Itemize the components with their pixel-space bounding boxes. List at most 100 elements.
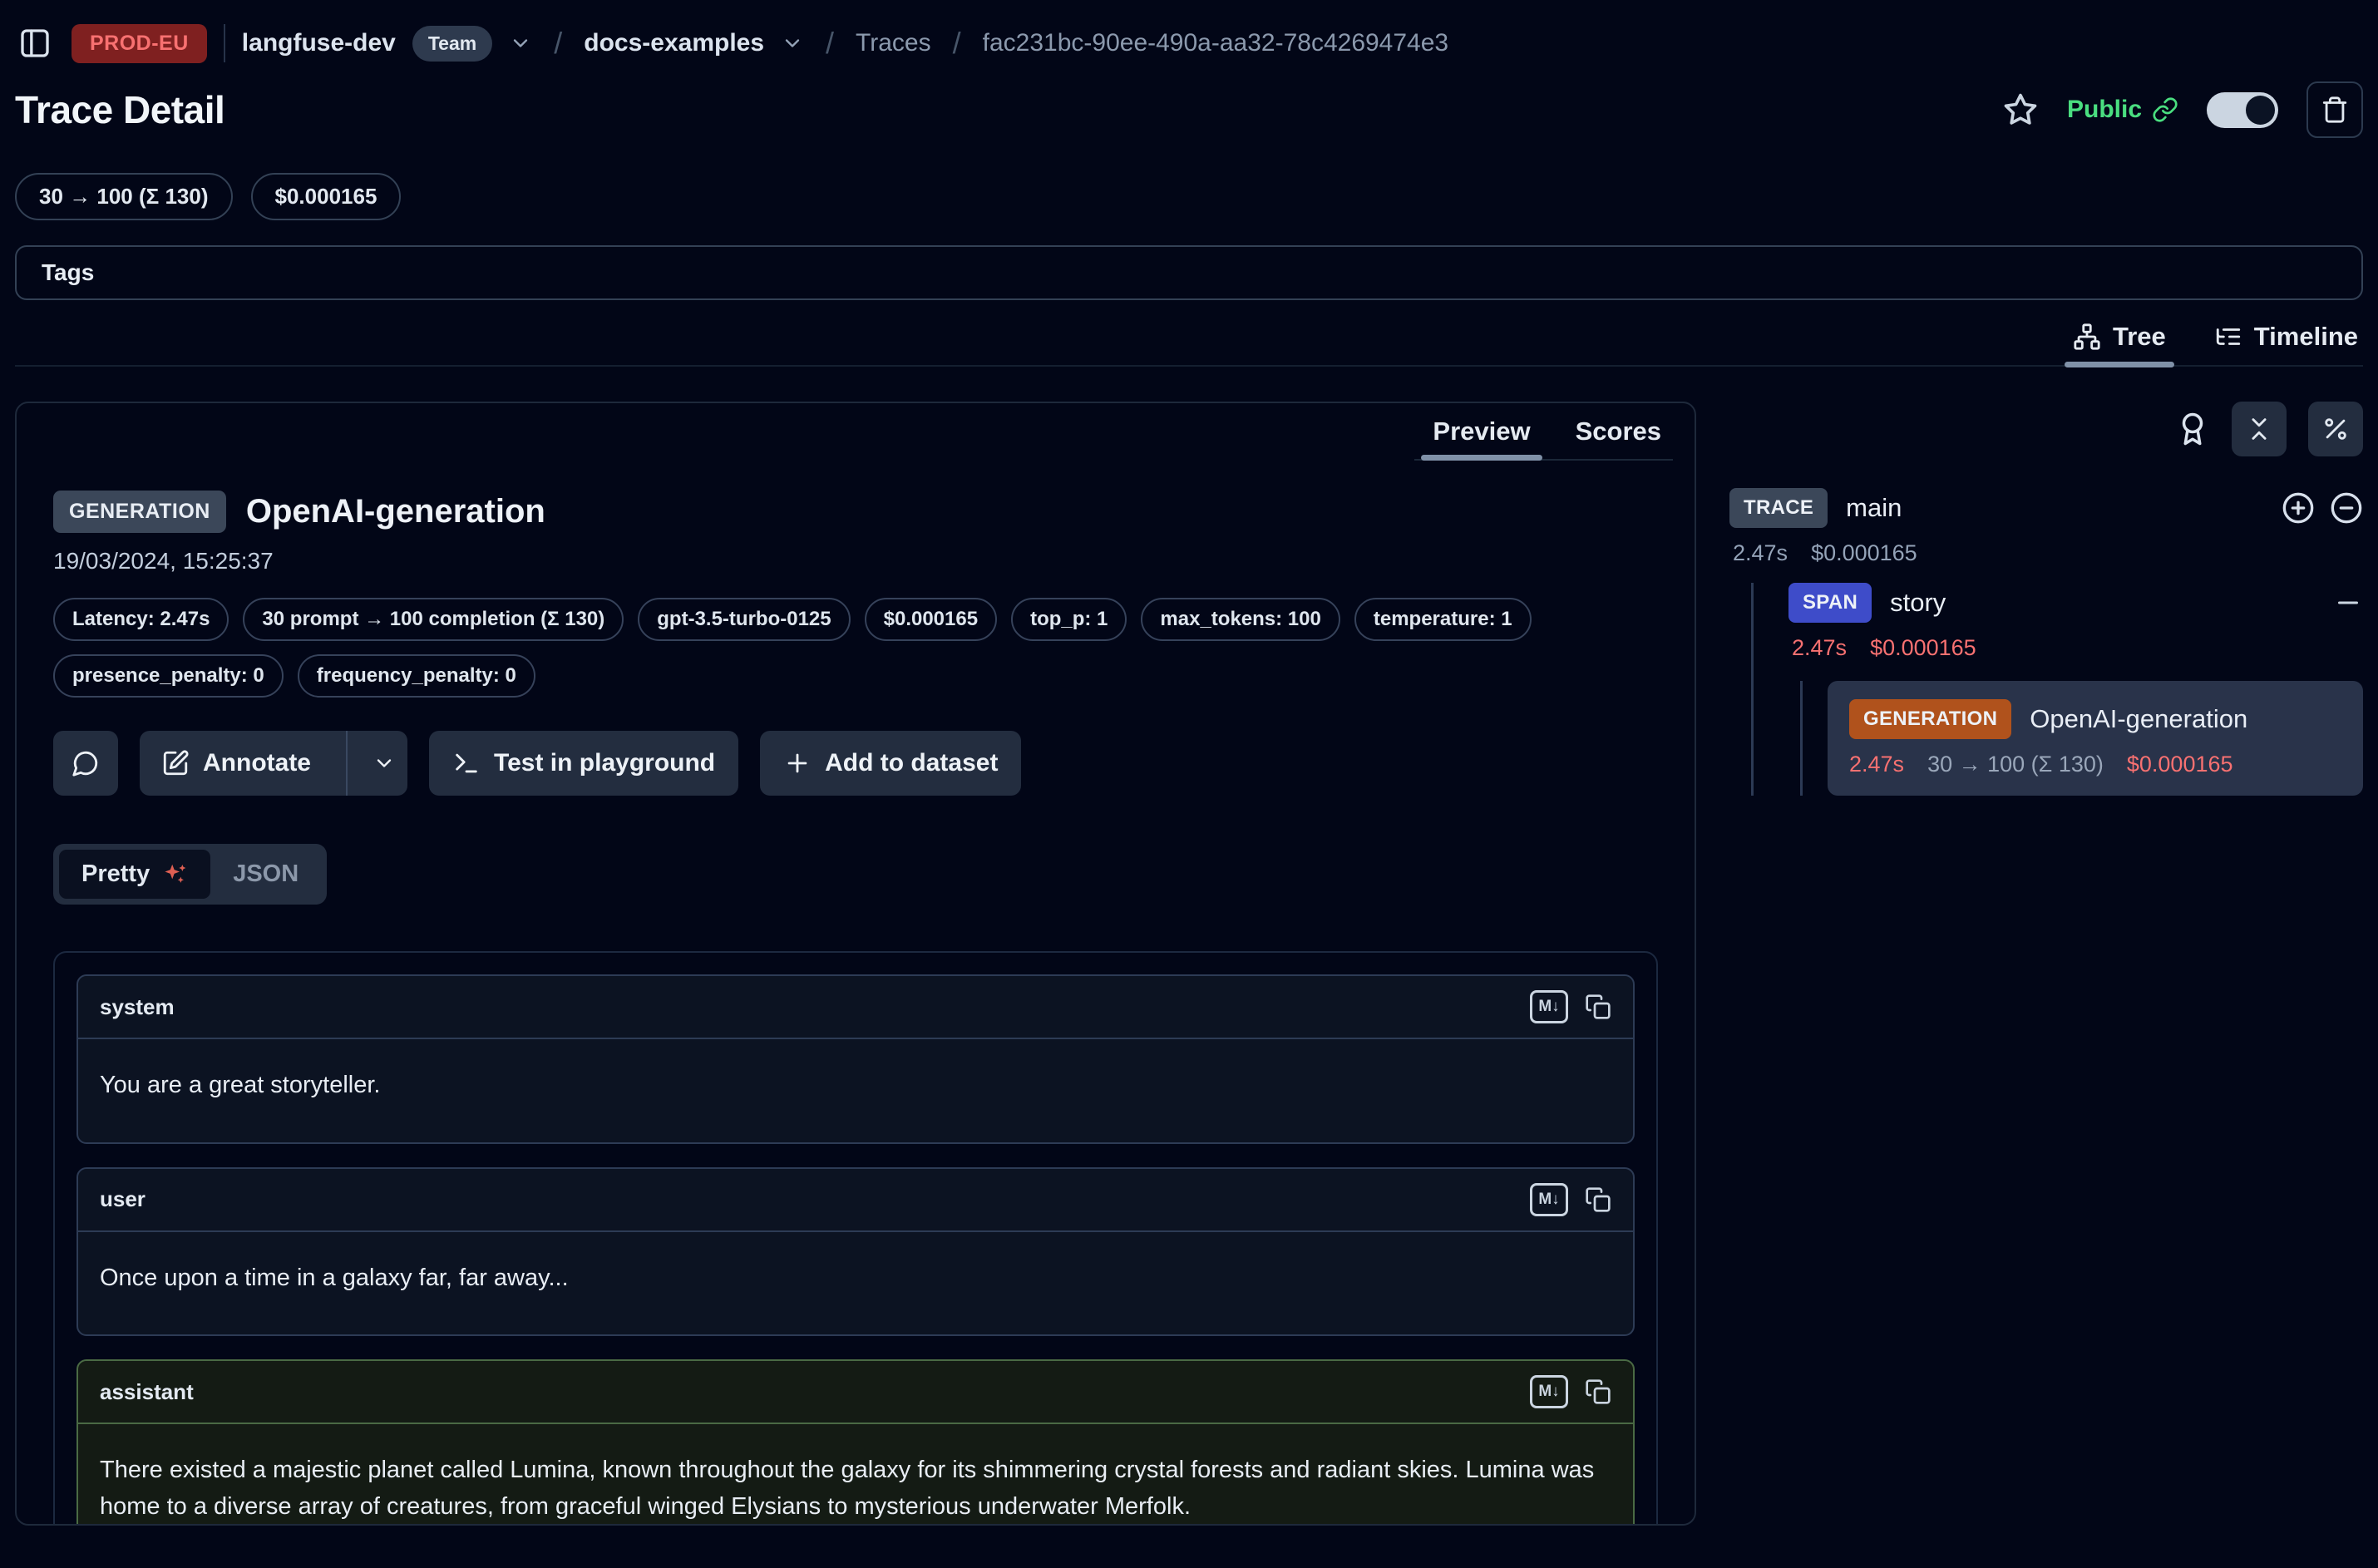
cost-badge: $0.000165 (251, 173, 402, 220)
breadcrumb-separator: / (948, 26, 966, 61)
format-json-option[interactable]: JSON (210, 850, 321, 899)
param-badge: presence_penalty: 0 (53, 654, 284, 698)
json-label: JSON (233, 860, 298, 888)
breadcrumb-org[interactable]: langfuse-dev (242, 29, 396, 57)
add-to-dataset-button[interactable]: Add to dataset (760, 731, 1021, 796)
circle-plus-icon[interactable] (2282, 491, 2315, 525)
trace-badges: 30 → 100 (Σ 130) $0.000165 (15, 173, 2363, 220)
param-badge: 30 prompt → 100 completion (Σ 130) (243, 598, 624, 641)
tab-scores[interactable]: Scores (1576, 417, 1661, 459)
trace-metrics: 2.47s $0.000165 (1729, 540, 2363, 566)
copy-icon[interactable] (1585, 1186, 1611, 1213)
copy-icon[interactable] (1585, 994, 1611, 1020)
trace-cost: $0.000165 (1811, 540, 1917, 566)
breadcrumb-traces-link[interactable]: Traces (856, 29, 931, 57)
format-toggle: Pretty JSON (53, 844, 327, 905)
annotate-split-button[interactable]: Annotate (140, 731, 407, 796)
fold-vertical-icon (2245, 415, 2273, 443)
tab-timeline[interactable]: Timeline (2214, 322, 2358, 365)
minus-icon (2333, 588, 2363, 618)
observation-card: Preview Scores GENERATION OpenAI-generat… (15, 402, 1696, 1526)
copy-icon[interactable] (1585, 1378, 1611, 1405)
trace-name: main (1846, 493, 1902, 523)
message-header: assistant M↓ (78, 1361, 1633, 1424)
breadcrumb-separator: / (549, 26, 567, 61)
generation-metrics: 2.47s 30 → 100 (Σ 130) $0.000165 (1849, 752, 2341, 777)
message-header: user M↓ (78, 1169, 1633, 1232)
message-role: user (100, 1186, 146, 1212)
observation-type-badge: GENERATION (53, 491, 226, 533)
breadcrumb-trace-id: fac231bc-90ee-490a-aa32-78c4269474e3 (983, 29, 1448, 57)
panel-left-icon (18, 27, 52, 60)
tab-tree[interactable]: Tree (2073, 322, 2166, 365)
message-header: system M↓ (78, 976, 1633, 1039)
org-type-badge: Team (412, 26, 492, 62)
public-toggle[interactable] (2207, 92, 2278, 128)
divider (346, 731, 348, 796)
message-block-user: user M↓ Once upon a time in a galaxy far… (76, 1167, 1635, 1337)
public-share-link[interactable]: Public (2067, 96, 2178, 124)
annotate-dropdown-button[interactable] (361, 731, 407, 796)
annotate-label: Annotate (203, 749, 311, 777)
message-content: Once upon a time in a galaxy far, far aw… (78, 1232, 1633, 1335)
collapse-node-button[interactable] (2333, 588, 2363, 618)
annotate-button[interactable]: Annotate (140, 731, 333, 796)
tab-timeline-label: Timeline (2254, 322, 2358, 352)
param-badge: Latency: 2.47s (53, 598, 229, 641)
param-badge: temperature: 1 (1354, 598, 1532, 641)
param-badge: gpt-3.5-turbo-0125 (638, 598, 850, 641)
param-badge: $0.000165 (865, 598, 997, 641)
format-pretty-option[interactable]: Pretty (59, 850, 210, 899)
collapse-all-button[interactable] (2232, 402, 2287, 456)
view-tabs: Tree Timeline (15, 322, 2363, 367)
star-icon (2002, 91, 2039, 128)
observation-timestamp: 19/03/2024, 15:25:37 (53, 548, 1658, 574)
trace-type-badge: TRACE (1729, 488, 1828, 528)
message-header-icons: M↓ (1530, 1183, 1611, 1216)
trace-tree-panel: TRACE main 2.47s $0.000165 (1729, 402, 2363, 796)
trace-detail-page: PROD-EU langfuse-dev Team / docs-example… (0, 0, 2378, 1568)
environment-badge: PROD-EU (72, 24, 207, 63)
breadcrumb-project[interactable]: docs-examples (584, 29, 764, 57)
tree-actions (1729, 402, 2363, 456)
tree-node-generation-selected[interactable]: GENERATION OpenAI-generation 2.47s 30 → … (1828, 681, 2363, 796)
span-type-badge: SPAN (1788, 583, 1872, 623)
trace-tree: TRACE main 2.47s $0.000165 (1729, 488, 2363, 796)
pen-square-icon (161, 749, 190, 777)
tab-preview[interactable]: Preview (1433, 417, 1530, 459)
pretty-label: Pretty (81, 860, 150, 888)
markdown-toggle-icon[interactable]: M↓ (1530, 1183, 1568, 1216)
tree-node-trace[interactable]: TRACE main (1729, 488, 2363, 528)
circle-minus-icon[interactable] (2330, 491, 2363, 525)
generation-type-badge: GENERATION (1849, 699, 2011, 739)
comments-button[interactable] (53, 731, 118, 796)
parameter-badge-row: Latency: 2.47s 30 prompt → 100 completion… (53, 598, 1658, 641)
bookmark-star-button[interactable] (2002, 91, 2039, 128)
span-name: story (1890, 588, 1946, 618)
org-switcher[interactable] (509, 32, 532, 55)
project-switcher[interactable] (781, 32, 804, 55)
add-to-dataset-label: Add to dataset (825, 749, 998, 777)
markdown-toggle-icon[interactable]: M↓ (1530, 990, 1568, 1023)
scores-medal-button[interactable] (2175, 412, 2210, 446)
generation-name: OpenAI-generation (2030, 704, 2247, 734)
percent-icon (2321, 415, 2350, 443)
metrics-percent-button[interactable] (2308, 402, 2363, 456)
tree-node-span[interactable]: SPAN story (1788, 583, 2363, 623)
test-in-playground-button[interactable]: Test in playground (429, 731, 738, 796)
sidebar-toggle-button[interactable] (15, 23, 55, 63)
message-header-icons: M↓ (1530, 990, 1611, 1023)
chevron-down-icon (781, 32, 804, 55)
param-badge: frequency_penalty: 0 (298, 654, 535, 698)
message-block-system: system M↓ You are a great storyteller. (76, 974, 1635, 1144)
tags-editor[interactable]: Tags (15, 245, 2363, 300)
delete-trace-button[interactable] (2306, 81, 2363, 138)
token-usage-badge: 30 → 100 (Σ 130) (15, 173, 233, 220)
message-content: You are a great storyteller. (78, 1039, 1633, 1142)
terminal-icon (452, 749, 481, 777)
markdown-toggle-icon[interactable]: M↓ (1530, 1375, 1568, 1408)
public-label: Public (2067, 96, 2142, 124)
generation-title-row: GENERATION OpenAI-generation (1849, 699, 2341, 739)
span-latency: 2.47s (1792, 635, 1847, 661)
sparkles-icon (161, 861, 188, 888)
